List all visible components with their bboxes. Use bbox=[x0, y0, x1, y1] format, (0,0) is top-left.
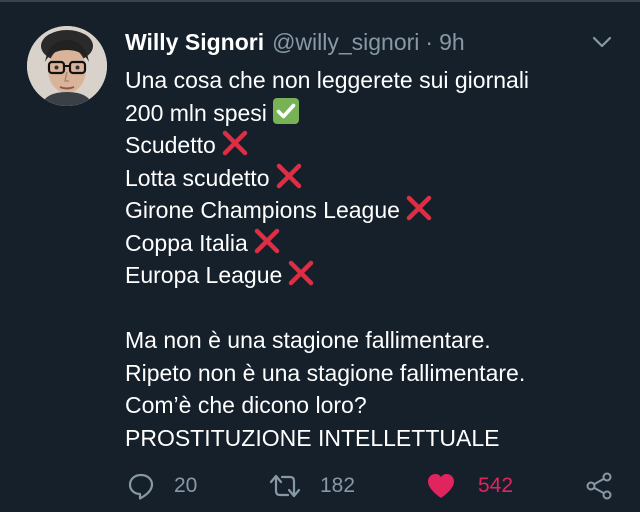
tweet-text: Una cosa che non leggerete sui giornali 2… bbox=[125, 64, 615, 454]
tweet-header: Willy Signori @willy_signori · 9h bbox=[125, 28, 465, 56]
tweet-line: Coppa Italia bbox=[125, 227, 615, 260]
timestamp[interactable]: 9h bbox=[439, 29, 465, 55]
tweet-line-text: PROSTITUZIONE INTELLETTUALE bbox=[125, 424, 500, 451]
reply-button[interactable]: 20 bbox=[126, 468, 197, 504]
user-handle[interactable]: @willy_signori bbox=[272, 29, 419, 55]
share-button[interactable] bbox=[584, 468, 614, 504]
check-mark-icon bbox=[272, 97, 299, 124]
tweet-card[interactable]: Willy Signori @willy_signori · 9h Una cosa … bbox=[0, 0, 640, 512]
chevron-down-icon[interactable] bbox=[590, 32, 614, 52]
tweet-line: Europa League bbox=[125, 259, 615, 292]
tweet-line: Com’è che dicono loro? bbox=[125, 389, 615, 422]
tweet-line: Girone Champions League bbox=[125, 194, 615, 227]
retweet-icon bbox=[269, 474, 301, 498]
tweet-line: Ma non è una stagione fallimentare. bbox=[125, 324, 615, 357]
cross-mark-icon bbox=[254, 228, 279, 253]
tweet-line-text: Una cosa che non leggerete sui giornali bbox=[125, 67, 530, 93]
tweet-line: PROSTITUZIONE INTELLETTUALE bbox=[125, 422, 615, 455]
like-count: 542 bbox=[478, 474, 514, 497]
tweet-line-text: Lotta scudetto bbox=[125, 164, 270, 191]
separator-dot: · bbox=[425, 29, 434, 55]
cross-mark-icon bbox=[406, 195, 432, 221]
tweet-line: Ripeto non è una stagione fallimentare. bbox=[125, 357, 615, 390]
tweet-line bbox=[125, 292, 615, 325]
tweet-line-text: Girone Champions League bbox=[125, 197, 400, 223]
tweet-line: Una cosa che non leggerete sui giornali bbox=[125, 64, 615, 97]
tweet-line-text: Ripeto non è una stagione fallimentare. bbox=[125, 359, 526, 386]
tweet-line-text: Coppa Italia bbox=[125, 229, 248, 256]
avatar[interactable] bbox=[27, 26, 107, 106]
action-bar: 20 182 542 bbox=[0, 468, 640, 504]
like-button[interactable]: 542 bbox=[426, 468, 513, 504]
tweet-line: Lotta scudetto bbox=[125, 162, 615, 195]
cross-mark-icon bbox=[276, 163, 301, 188]
tweet-line: Scudetto bbox=[125, 129, 615, 162]
cross-mark-icon bbox=[289, 260, 314, 286]
share-icon bbox=[586, 472, 612, 500]
reply-count: 20 bbox=[174, 474, 198, 497]
display-name[interactable]: Willy Signori bbox=[125, 29, 264, 55]
reply-icon bbox=[128, 473, 154, 500]
tweet-line-text: Ma non è una stagione fallimentare. bbox=[125, 327, 491, 353]
tweet-line: 200 mln spesi bbox=[125, 97, 615, 130]
retweet-button[interactable]: 182 bbox=[268, 468, 355, 504]
tweet-line-text: Europa League bbox=[125, 262, 283, 288]
cross-mark-icon bbox=[222, 130, 248, 156]
tweet-line-text: Com’è che dicono loro? bbox=[125, 392, 367, 418]
tweet-line-text: Scudetto bbox=[125, 132, 216, 158]
tweet-line-text: 200 mln spesi bbox=[125, 99, 267, 126]
retweet-count: 182 bbox=[320, 474, 356, 497]
heart-icon bbox=[428, 474, 454, 498]
avatar-image bbox=[27, 26, 107, 106]
